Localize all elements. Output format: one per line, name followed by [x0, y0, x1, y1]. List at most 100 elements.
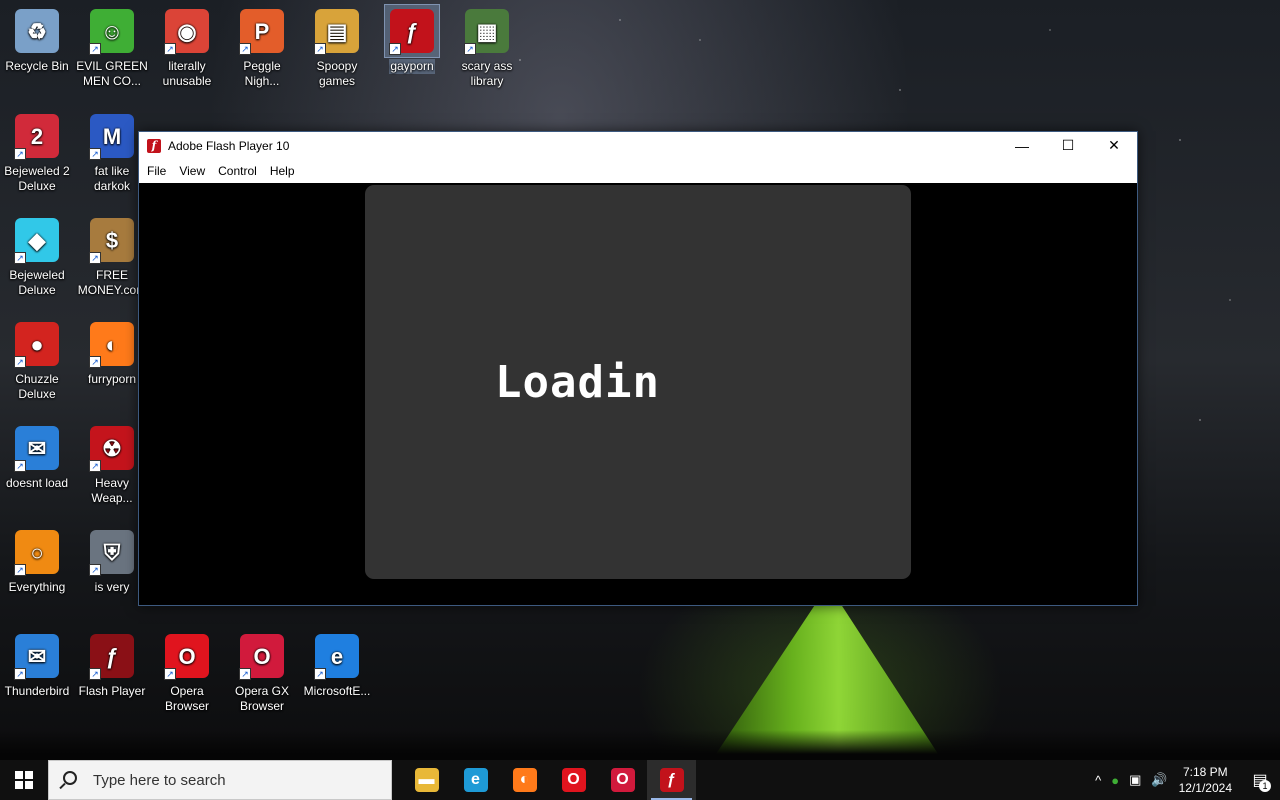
wallpaper-ground — [0, 730, 1280, 760]
shortcut-arrow-icon: ↗ — [89, 148, 101, 160]
shortcut-arrow-icon: ↗ — [14, 356, 26, 368]
shortcut-arrow-icon: ↗ — [89, 356, 101, 368]
desktop-icon-image: P ↗ — [235, 5, 289, 57]
desktop-icon-label: Recycle Bin — [5, 59, 69, 73]
desktop-icon-label: doesnt load — [5, 476, 69, 490]
search-box[interactable]: Type here to search — [48, 760, 392, 800]
desktop-icon-image: 2 ↗ — [10, 110, 64, 162]
shortcut-arrow-icon: ↗ — [314, 668, 326, 680]
menu-control[interactable]: Control — [214, 164, 263, 178]
desktop-icon-image: ƒ ↗ — [85, 630, 139, 682]
desktop-icon[interactable]: ○ ↗ Everything — [0, 526, 74, 595]
shortcut-arrow-icon: ↗ — [164, 668, 176, 680]
desktop-icon[interactable]: ◆ ↗ Bejeweled Deluxe — [0, 214, 74, 298]
desktop-icon[interactable]: 2 ↗ Bejeweled 2 Deluxe — [0, 110, 74, 194]
flash-player-icon: ƒ — [659, 768, 684, 792]
clock[interactable]: 7:18 PM 12/1/2024 — [1179, 764, 1232, 796]
desktop-icon-image: M ↗ — [85, 110, 139, 162]
desktop-icon[interactable]: e ↗ MicrosoftE... — [300, 630, 374, 699]
menu-view[interactable]: View — [175, 164, 211, 178]
shortcut-arrow-icon: ↗ — [14, 668, 26, 680]
shortcut-arrow-icon: ↗ — [164, 43, 176, 55]
desktop-icon[interactable]: ƒ ↗ gayporn — [375, 4, 449, 74]
desktop-icon-label: Thunderbird — [4, 684, 70, 698]
desktop-icon-image: $ ↗ — [85, 214, 139, 266]
shortcut-arrow-icon: ↗ — [14, 564, 26, 576]
desktop-icon[interactable]: O ↗ Opera GX Browser — [225, 630, 299, 714]
desktop-icon-image: ⛨ ↗ — [85, 526, 139, 578]
desktop-icon[interactable]: ● ↗ Chuzzle Deluxe — [0, 318, 74, 402]
title-bar[interactable]: f Adobe Flash Player 10 — ☐ ✕ — [139, 132, 1137, 159]
desktop-icon-image: ☺ ↗ — [85, 5, 139, 57]
shortcut-arrow-icon: ↗ — [389, 43, 401, 55]
desktop-icon[interactable]: ☺ ↗ EVIL GREEN MEN CO... — [75, 5, 149, 89]
start-button[interactable] — [0, 760, 48, 800]
taskbar-app-button[interactable]: O — [549, 760, 598, 800]
menu-file[interactable]: File — [143, 164, 172, 178]
shortcut-arrow-icon: ↗ — [14, 460, 26, 472]
desktop-icon[interactable]: O ↗ Opera Browser — [150, 630, 224, 714]
shortcut-arrow-icon: ↗ — [14, 148, 26, 160]
desktop-icon-label: EVIL GREEN MEN CO... — [76, 59, 148, 88]
desktop-icon-label: Peggle Nigh... — [243, 59, 281, 88]
people-icon[interactable]: ● — [1111, 773, 1119, 788]
maximize-button[interactable]: ☐ — [1045, 132, 1091, 159]
opera-gx-icon: O — [610, 768, 635, 792]
desktop-icon-image: ◆ ↗ — [10, 214, 64, 266]
shortcut-arrow-icon: ↗ — [239, 668, 251, 680]
clock-time: 7:18 PM — [1182, 765, 1228, 779]
flash-player-window[interactable]: f Adobe Flash Player 10 — ☐ ✕ File View … — [138, 131, 1138, 606]
desktop-icon-label: literally unusable — [162, 59, 212, 88]
taskbar: Type here to search ▬ e ◐ O Oƒ ^ ● ▣ 🔊 7:18 … — [0, 760, 1280, 800]
taskbar-app-button[interactable]: ▬ — [402, 760, 451, 800]
notification-center-button[interactable]: ▤ 1 — [1240, 760, 1280, 800]
shortcut-arrow-icon: ↗ — [89, 43, 101, 55]
desktop-icon-label: Bejeweled 2 Deluxe — [4, 164, 70, 193]
desktop-icon-image: ◉ ↗ — [160, 5, 214, 57]
desktop-icon-image: ✉ ↗ — [10, 630, 64, 682]
minimize-button[interactable]: — — [999, 132, 1045, 159]
taskbar-app-button[interactable]: ◐ — [500, 760, 549, 800]
window-controls: — ☐ ✕ — [999, 132, 1137, 159]
desktop-icon-image: ◐ ↗ — [85, 318, 139, 370]
desktop-icon[interactable]: ◉ ↗ literally unusable — [150, 5, 224, 89]
flash-stage[interactable]: Loadin — [365, 185, 911, 579]
desktop-icon[interactable]: ✉ ↗ Thunderbird — [0, 630, 74, 699]
menu-help[interactable]: Help — [266, 164, 301, 178]
desktop-icon-image: ♻ — [10, 5, 64, 57]
network-icon[interactable]: ▣ — [1129, 772, 1141, 788]
desktop-icon[interactable]: P ↗ Peggle Nigh... — [225, 5, 299, 89]
notification-badge: 1 — [1259, 780, 1271, 792]
shortcut-arrow-icon: ↗ — [89, 668, 101, 680]
desktop-icon[interactable]: ♻ Recycle Bin — [0, 5, 74, 74]
desktop-icon-image: e ↗ — [310, 630, 364, 682]
desktop-icon-image: ▦ ↗ — [460, 5, 514, 57]
volume-icon[interactable]: 🔊 — [1151, 772, 1167, 788]
taskbar-app-button[interactable]: e — [451, 760, 500, 800]
shortcut-arrow-icon: ↗ — [464, 43, 476, 55]
desktop-icon[interactable]: ▦ ↗ scary ass library — [450, 5, 524, 89]
taskbar-app-button[interactable]: O — [598, 760, 647, 800]
desktop-icon-label: gayporn — [389, 59, 435, 74]
desktop-icon-label: Chuzzle Deluxe — [15, 372, 59, 401]
taskbar-app-button[interactable]: ƒ — [647, 760, 696, 800]
shortcut-arrow-icon: ↗ — [89, 460, 101, 472]
close-button[interactable]: ✕ — [1091, 132, 1137, 159]
desktop-icon-label: Flash Player — [78, 684, 146, 698]
desktop-icon[interactable]: ✉ ↗ doesnt load — [0, 422, 74, 491]
desktop-icon-label: Opera Browser — [164, 684, 209, 713]
firefox-icon: ◐ — [512, 768, 537, 792]
desktop-icon[interactable]: ƒ ↗ Flash Player — [75, 630, 149, 699]
desktop-icon[interactable]: ▤ ↗ Spoopy games — [300, 5, 374, 89]
shortcut-arrow-icon: ↗ — [239, 43, 251, 55]
desktop-icon-label: Spoopy games — [316, 59, 358, 88]
desktop-icon-label: is very — [94, 580, 130, 594]
desktop-icon-label: scary ass library — [461, 59, 513, 88]
desktop-icon-image: ○ ↗ — [10, 526, 64, 578]
file-explorer-icon: ▬ — [414, 768, 439, 792]
show-hidden-icons-chevron[interactable]: ^ — [1095, 773, 1101, 788]
recycle-bin-icon: ♻ — [15, 9, 59, 53]
opera-icon: O — [561, 768, 586, 792]
desktop-icon-label: furryporn — [87, 372, 137, 386]
loading-text: Loadin — [495, 357, 660, 408]
